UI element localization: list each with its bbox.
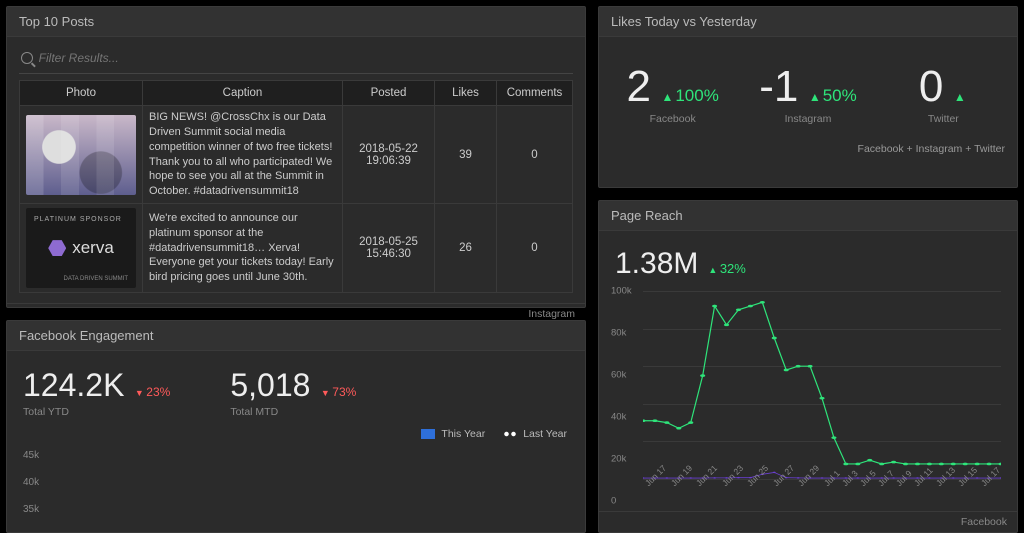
reach-value: 1.38M [615, 247, 698, 281]
panel-title: Page Reach [599, 201, 1017, 231]
panel-source: Facebook [599, 511, 1017, 532]
metric-ytd: 124.2K 23% Total YTD [23, 367, 170, 418]
metric-label: Facebook [605, 113, 740, 125]
sponsor-badge: PLATINUM SPONSOR [34, 216, 122, 223]
metric-label: Twitter [876, 113, 1011, 125]
fb-engagement-panel: Facebook Engagement 124.2K 23% Total YTD… [6, 320, 586, 533]
metric-label: Instagram [740, 113, 875, 125]
y-axis-labels: 45k 40k 35k [19, 440, 573, 515]
metric-value: 5,018 [230, 367, 310, 404]
y-tick: 45k [23, 450, 573, 461]
metric-delta: 100% [661, 86, 718, 106]
likes-breakdown: Facebook + Instagram + Twitter [599, 139, 1017, 165]
cell-caption: BIG NEWS! @CrossChx is our Data Driven S… [143, 106, 343, 204]
top-posts-panel: Top 10 Posts Photo Caption Posted Likes … [6, 6, 586, 308]
legend-label: Last Year [523, 428, 567, 440]
y-tick: 40k [23, 477, 573, 488]
table-header-row: Photo Caption Posted Likes Comments [20, 81, 573, 106]
legend-this-year[interactable]: This Year [421, 428, 485, 440]
panel-title: Top 10 Posts [7, 7, 585, 37]
table-row[interactable]: PLATINUM SPONSOR xerva DATA DRIVEN SUMMI… [20, 204, 573, 293]
y-tick: 60k [611, 370, 626, 381]
sponsor-name: xerva [72, 238, 114, 258]
sponsor-sub: DATA DRIVEN SUMMIT [64, 276, 128, 282]
reach-chart[interactable]: Jun 17Jun 19Jun 21Jun 23Jun 25Jun 27Jun … [611, 291, 1005, 501]
likes-twitter: 0 Twitter [876, 65, 1011, 125]
likes-facebook: 2 100% Facebook [605, 65, 740, 125]
y-tick: 35k [23, 504, 573, 515]
y-tick: 80k [611, 328, 626, 339]
cell-caption: We're excited to announce our platinum s… [143, 204, 343, 293]
metric-delta: 73% [321, 385, 356, 399]
posts-table: Photo Caption Posted Likes Comments BIG … [19, 80, 573, 293]
cell-posted: 2018-05-22 19:06:39 [343, 106, 435, 204]
metric-value: 2 [627, 65, 651, 109]
cell-posted: 2018-05-25 15:46:30 [343, 204, 435, 293]
hex-icon [48, 240, 66, 256]
col-caption[interactable]: Caption [143, 81, 343, 106]
y-tick: 0 [611, 496, 616, 507]
filter-row [19, 47, 573, 74]
swatch-icon [421, 429, 435, 439]
panel-title: Likes Today vs Yesterday [599, 7, 1017, 37]
legend-last-year[interactable]: Last Year [503, 428, 567, 440]
filter-input[interactable] [39, 51, 571, 65]
metric-label: Total MTD [230, 406, 356, 418]
cell-likes: 26 [435, 204, 497, 293]
metric-delta [954, 86, 968, 106]
metric-value: -1 [759, 65, 798, 109]
post-thumbnail: PLATINUM SPONSOR xerva DATA DRIVEN SUMMI… [26, 208, 136, 288]
y-tick: 40k [611, 412, 626, 423]
table-row[interactable]: BIG NEWS! @CrossChx is our Data Driven S… [20, 106, 573, 204]
y-tick: 100k [611, 286, 632, 297]
metric-delta: 23% [135, 385, 170, 399]
cell-photo: PLATINUM SPONSOR xerva DATA DRIVEN SUMMI… [20, 204, 143, 293]
legend-label: This Year [441, 428, 485, 440]
cell-likes: 39 [435, 106, 497, 204]
col-posted[interactable]: Posted [343, 81, 435, 106]
panel-title: Facebook Engagement [7, 321, 585, 351]
col-comments[interactable]: Comments [497, 81, 573, 106]
cell-photo [20, 106, 143, 204]
reach-delta: 32% [708, 261, 745, 276]
metric-label: Total YTD [23, 406, 170, 418]
y-tick: 20k [611, 454, 626, 465]
likes-instagram: -1 50% Instagram [740, 65, 875, 125]
chart-legend: This Year Last Year [19, 428, 573, 440]
metric-value: 124.2K [23, 367, 124, 404]
likes-panel: Likes Today vs Yesterday 2 100% Facebook… [598, 6, 1018, 188]
col-likes[interactable]: Likes [435, 81, 497, 106]
reach-panel: Page Reach 1.38M 32% Jun 17Jun 19Jun 21J… [598, 200, 1018, 533]
metric-mtd: 5,018 73% Total MTD [230, 367, 356, 418]
swatch-icon [503, 429, 517, 439]
cell-comments: 0 [497, 106, 573, 204]
metric-value: 0 [919, 65, 943, 109]
sponsor-logo: xerva [48, 238, 114, 258]
col-photo[interactable]: Photo [20, 81, 143, 106]
search-icon [21, 52, 33, 64]
cell-comments: 0 [497, 204, 573, 293]
post-thumbnail [26, 115, 136, 195]
metric-delta: 50% [809, 86, 857, 106]
